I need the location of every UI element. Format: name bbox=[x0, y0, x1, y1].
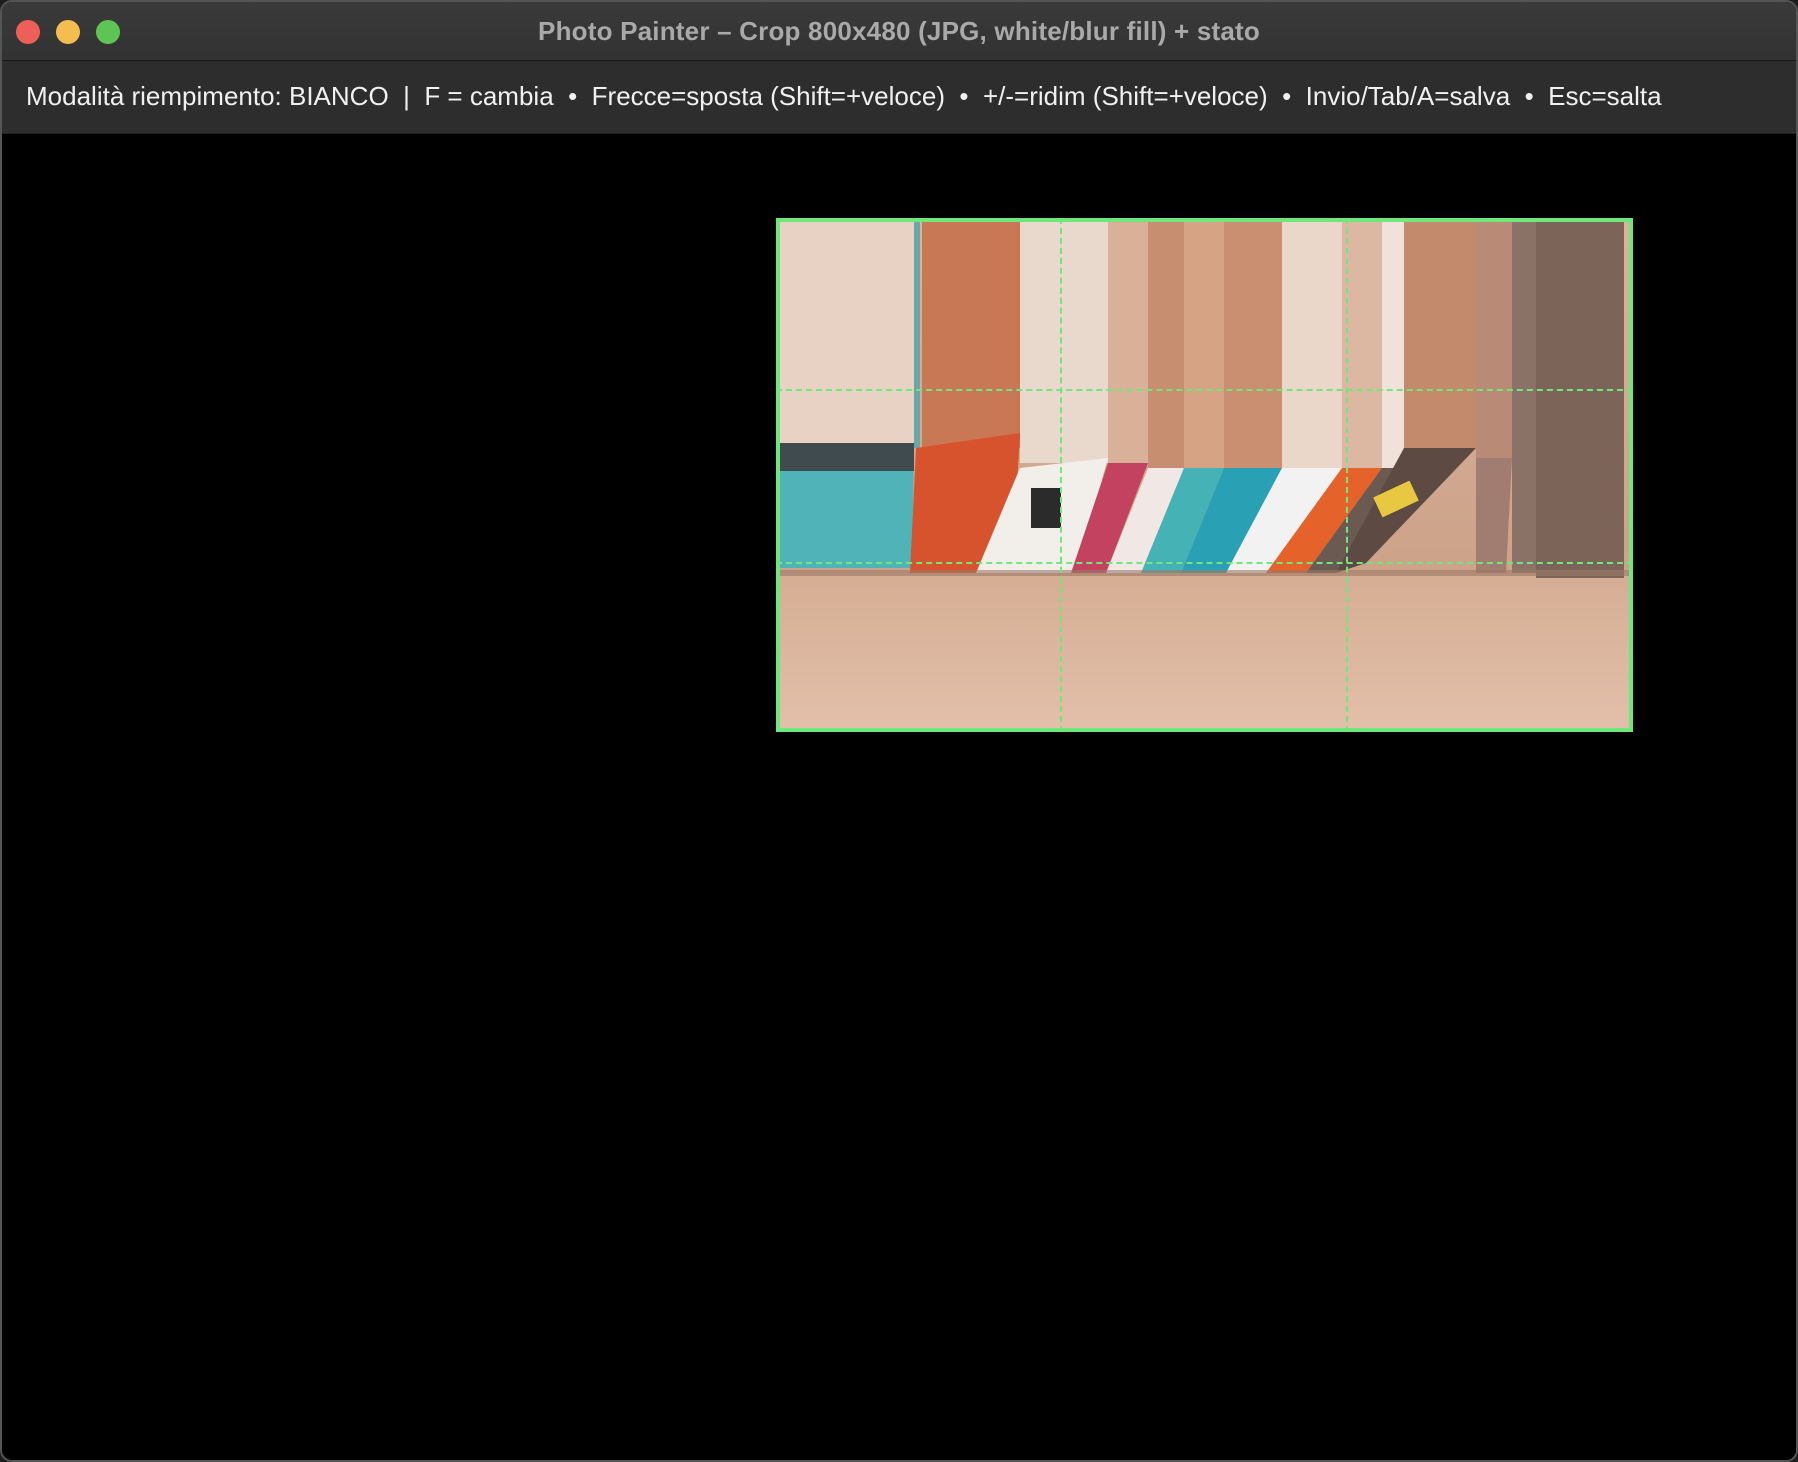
status-instructions: Modalità riempimento: BIANCO | F = cambi… bbox=[26, 81, 1662, 111]
title-bar[interactable]: Photo Painter – Crop 800x480 (JPG, white… bbox=[2, 2, 1796, 61]
app-window: Photo Painter – Crop 800x480 (JPG, white… bbox=[0, 0, 1798, 1462]
photo-preview[interactable] bbox=[776, 218, 1633, 732]
status-bar: Modalità riempimento: BIANCO | F = cambi… bbox=[2, 61, 1796, 134]
bookshelf-photo-image bbox=[776, 218, 1633, 732]
crop-canvas[interactable] bbox=[2, 134, 1796, 1454]
window-title: Photo Painter – Crop 800x480 (JPG, white… bbox=[538, 16, 1260, 46]
